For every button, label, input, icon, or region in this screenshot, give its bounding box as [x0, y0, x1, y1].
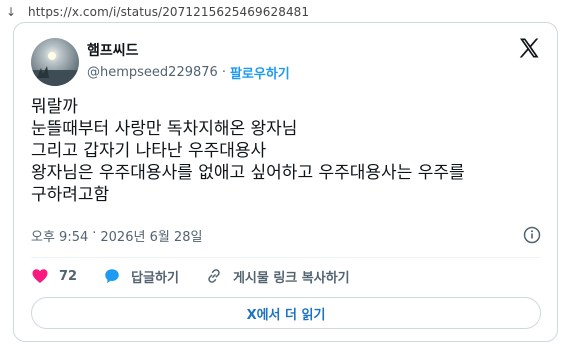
avatar[interactable]	[31, 38, 79, 86]
tweet-line: 그리고 갑자기 나타난 우주대용사	[31, 141, 267, 161]
follow-button[interactable]: 팔로우하기	[230, 63, 290, 82]
url-text[interactable]: https://x.com/i/status/20712156254696284…	[28, 5, 309, 19]
tweet-line: 뭐랄까	[31, 97, 78, 117]
tweet-time: 오후 9:54	[31, 230, 89, 245]
separator-dot: ·	[221, 65, 226, 80]
copy-link-button[interactable]: 게시물 링크 복사하기	[205, 267, 350, 286]
like-button[interactable]: 72	[31, 267, 77, 285]
link-icon	[208, 269, 220, 283]
info-icon[interactable]	[523, 226, 541, 244]
copy-link-label: 게시물 링크 복사하기	[232, 270, 350, 286]
tweet-date: 2026년 6월 28일	[100, 230, 203, 245]
author-name[interactable]: 햄프씨드	[87, 40, 139, 60]
read-more-button[interactable]: X에서 더 읽기	[31, 297, 541, 329]
address-bar[interactable]: ↓ https://x.com/i/status/207121562546962…	[0, 0, 568, 24]
tweet-text: 뭐랄까 눈뜰때부터 사랑만 독차지해온 왕자님 그리고 갑자기 나타난 우주대용…	[31, 96, 546, 206]
tweet-timestamp[interactable]: 오후 9:54 · 2026년 6월 28일	[31, 226, 202, 245]
like-count: 72	[59, 268, 78, 284]
date-separator: ·	[92, 226, 97, 241]
x-logo-icon[interactable]	[517, 36, 541, 60]
author-handle-row: @hempseed229876 · 팔로우하기	[87, 63, 290, 82]
reply-bubble-icon	[105, 269, 119, 284]
download-arrow-icon[interactable]: ↓	[6, 5, 20, 19]
tweet-line: 왕자님은 우주대용사를 없애고 싶어하고 우주대용사는 우주를	[31, 163, 465, 183]
reply-label: 답글하기	[131, 270, 179, 286]
author-handle[interactable]: @hempseed229876	[87, 65, 218, 80]
tweet-line: 눈뜰때부터 사랑만 독차지해온 왕자님	[31, 119, 298, 139]
tweet-card: 햄프씨드 @hempseed229876 · 팔로우하기 뭐랄까 눈뜰때부터 사…	[13, 22, 558, 342]
tweet-line: 구하려고함	[31, 185, 110, 205]
heart-icon	[32, 269, 48, 283]
reply-button[interactable]: 답글하기	[103, 267, 179, 286]
divider	[31, 257, 541, 258]
action-bar: 72 답글하기 게시물 링크 복사하기	[31, 266, 376, 286]
